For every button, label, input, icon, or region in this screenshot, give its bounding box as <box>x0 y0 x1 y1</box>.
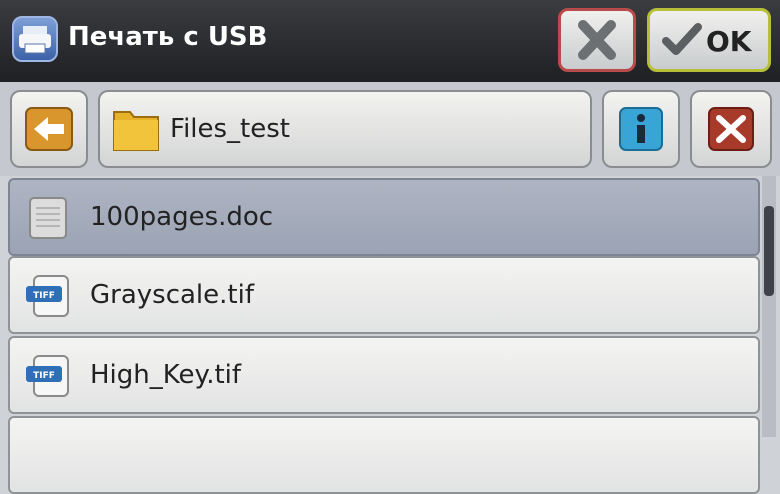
info-button[interactable] <box>602 90 680 168</box>
checkmark-icon <box>662 23 702 55</box>
close-icon <box>578 20 616 60</box>
close-usb-button[interactable] <box>690 90 772 168</box>
page-title: Печать с USB <box>68 22 268 52</box>
ok-button[interactable]: OK <box>647 8 771 72</box>
list-item[interactable]: TIFF Grayscale.tif <box>8 256 760 334</box>
list-item[interactable]: TIFF High_Key.tif <box>8 336 760 414</box>
document-icon <box>29 197 67 239</box>
list-item[interactable]: 100pages.doc <box>8 178 760 256</box>
arrow-left-icon <box>25 107 73 151</box>
ok-button-label: OK <box>706 25 752 58</box>
title-bar: Печать с USB OK <box>0 0 780 82</box>
current-folder-path: Files_test <box>98 90 592 168</box>
navigation-bar: Files_test <box>0 82 780 176</box>
scroll-thumb[interactable] <box>764 206 774 296</box>
file-name: Grayscale.tif <box>90 280 254 310</box>
file-name: 100pages.doc <box>90 202 274 232</box>
tiff-badge: TIFF <box>33 371 55 381</box>
tiff-badge: TIFF <box>33 291 55 301</box>
back-button[interactable] <box>10 90 88 168</box>
cancel-button[interactable] <box>558 8 636 72</box>
printer-usb-icon <box>12 16 58 62</box>
disconnect-icon <box>708 107 754 151</box>
list-item[interactable] <box>8 416 760 494</box>
file-name: High_Key.tif <box>90 360 242 390</box>
info-icon <box>619 107 663 151</box>
tiff-icon: TIFF <box>26 275 69 317</box>
tiff-icon: TIFF <box>26 355 69 397</box>
folder-name: Files_test <box>170 114 290 144</box>
file-list: 100pages.doc TIFF Grayscale.tif TIFF Hig… <box>8 176 760 494</box>
list-scrollbar[interactable] <box>762 176 776 437</box>
folder-icon <box>113 111 159 151</box>
